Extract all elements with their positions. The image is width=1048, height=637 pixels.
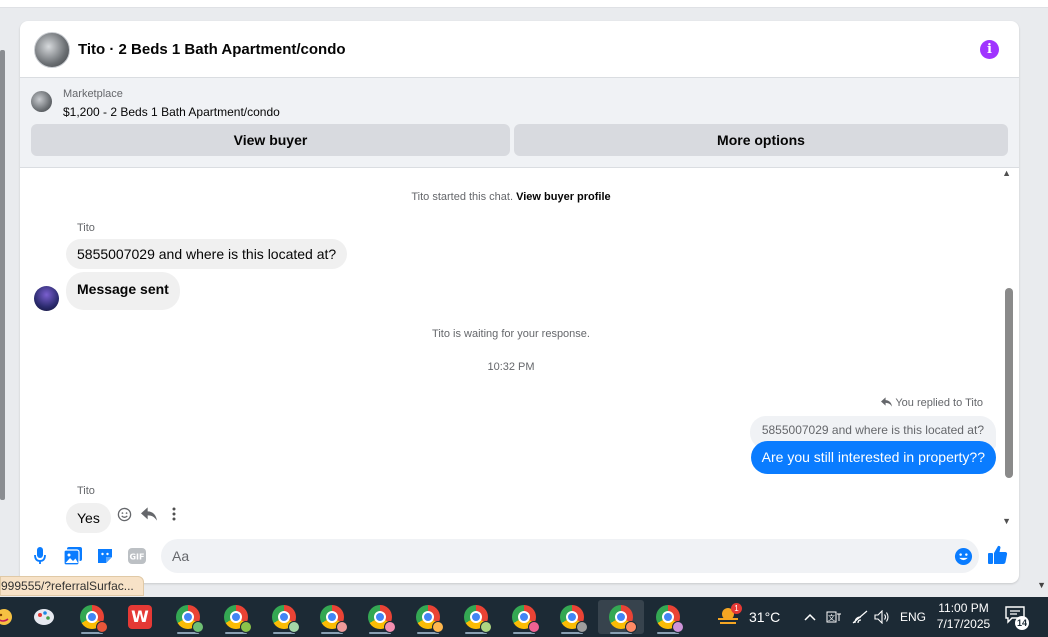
replied-to-label: You replied to Tito [881, 397, 983, 409]
react-icon[interactable] [116, 506, 132, 522]
composer: GIF [20, 536, 1019, 576]
chrome-icon[interactable] [552, 600, 592, 634]
browser-top-strip [0, 0, 1048, 8]
scrollbar-thumb[interactable] [1005, 288, 1013, 478]
reply-icon[interactable] [141, 506, 157, 522]
clock-time: 11:00 PM [938, 601, 989, 615]
emoji-icon[interactable] [953, 546, 973, 566]
photo-icon[interactable] [63, 546, 83, 566]
svg-text:文: 文 [828, 613, 835, 622]
like-icon[interactable] [988, 545, 1008, 565]
show-hidden-icons-icon[interactable] [804, 597, 816, 637]
wifi-icon[interactable] [852, 597, 868, 637]
weather-widget[interactable]: 1 31°C [716, 597, 780, 637]
view-buyer-profile-link[interactable]: View buyer profile [516, 191, 611, 203]
notification-center-icon[interactable]: 14 [1005, 606, 1031, 630]
notification-count: 14 [1015, 616, 1029, 630]
chrome-icon[interactable] [408, 600, 448, 634]
gif-icon[interactable]: GIF [127, 546, 147, 566]
chrome-icon[interactable] [598, 600, 644, 634]
waiting-notice: Tito is waiting for your response. [432, 328, 590, 340]
clock-date: 7/17/2025 [936, 617, 991, 631]
incoming-message[interactable]: Yes [66, 503, 111, 533]
link-status-tooltip: 999555/?referralSurfac... [0, 576, 144, 596]
chrome-icon[interactable] [360, 600, 400, 634]
incoming-message[interactable]: 5855007029 and where is this located at? [66, 239, 348, 269]
more-options-button[interactable]: More options [514, 124, 1008, 156]
chrome-icon[interactable] [216, 600, 256, 634]
chrome-icon[interactable] [504, 600, 544, 634]
outgoing-message[interactable]: Are you still interested in property?? [750, 441, 996, 474]
info-icon[interactable]: i [980, 40, 999, 59]
message-timestamp: 10:32 PM [487, 361, 535, 373]
page-scroll-down-arrow[interactable]: ▼ [1037, 580, 1046, 590]
microphone-icon[interactable] [30, 546, 50, 566]
sender-name: Tito [77, 485, 95, 497]
reply-arrow-icon [881, 397, 895, 409]
chat-title[interactable]: Tito · 2 Beds 1 Bath Apartment/condo [78, 41, 346, 58]
chrome-icon[interactable] [72, 600, 112, 634]
weather-icon: 1 [716, 603, 742, 629]
snipping-tool-icon[interactable] [24, 600, 64, 634]
sticker-icon[interactable] [95, 546, 115, 566]
message-scrollbar[interactable]: ▲ ▼ [1002, 168, 1016, 526]
chrome-icon[interactable] [168, 600, 208, 634]
wps-office-icon[interactable]: W [120, 600, 160, 634]
volume-icon[interactable] [874, 597, 890, 637]
listing-avatar[interactable] [34, 32, 70, 68]
input-method-icon[interactable]: 文 [826, 597, 842, 637]
system-clock[interactable]: 11:00 PM 7/17/2025 [931, 600, 996, 632]
chrome-icon[interactable] [648, 600, 688, 634]
left-panel-edge [0, 50, 5, 500]
scroll-up-arrow[interactable]: ▲ [1002, 168, 1011, 178]
more-actions-icon[interactable] [166, 506, 182, 522]
marketplace-banner: Marketplace $1,200 - 2 Beds 1 Bath Apart… [20, 78, 1019, 168]
listing-summary[interactable]: $1,200 - 2 Beds 1 Bath Apartment/condo [63, 105, 280, 119]
taskbar: W 1 31°C 文 ENG 11:00 PM 7/17/2025 14 [0, 597, 1048, 637]
incoming-message[interactable]: Message sent [66, 272, 180, 310]
scroll-down-arrow[interactable]: ▼ [1002, 516, 1011, 526]
chat-window: Tito · 2 Beds 1 Bath Apartment/condo i M… [20, 21, 1019, 583]
marketplace-label: Marketplace [63, 88, 123, 100]
emoji-picker-icon[interactable] [0, 600, 14, 634]
listing-thumbnail[interactable] [31, 91, 52, 112]
chrome-icon[interactable] [264, 600, 304, 634]
temperature: 31°C [749, 609, 781, 625]
view-buyer-button[interactable]: View buyer [31, 124, 510, 156]
sender-name: Tito [77, 222, 95, 234]
message-list: Tito started this chat. View buyer profi… [20, 168, 1019, 533]
chrome-icon[interactable] [456, 600, 496, 634]
chrome-icon[interactable] [312, 600, 352, 634]
buyer-avatar[interactable] [34, 286, 59, 311]
weather-badge: 1 [731, 603, 742, 614]
chat-header: Tito · 2 Beds 1 Bath Apartment/condo i [20, 21, 1019, 78]
svg-text:GIF: GIF [129, 553, 144, 562]
language-indicator[interactable]: ENG [900, 597, 926, 637]
chat-started-notice: Tito started this chat. View buyer profi… [411, 191, 611, 203]
message-input[interactable] [161, 539, 979, 573]
